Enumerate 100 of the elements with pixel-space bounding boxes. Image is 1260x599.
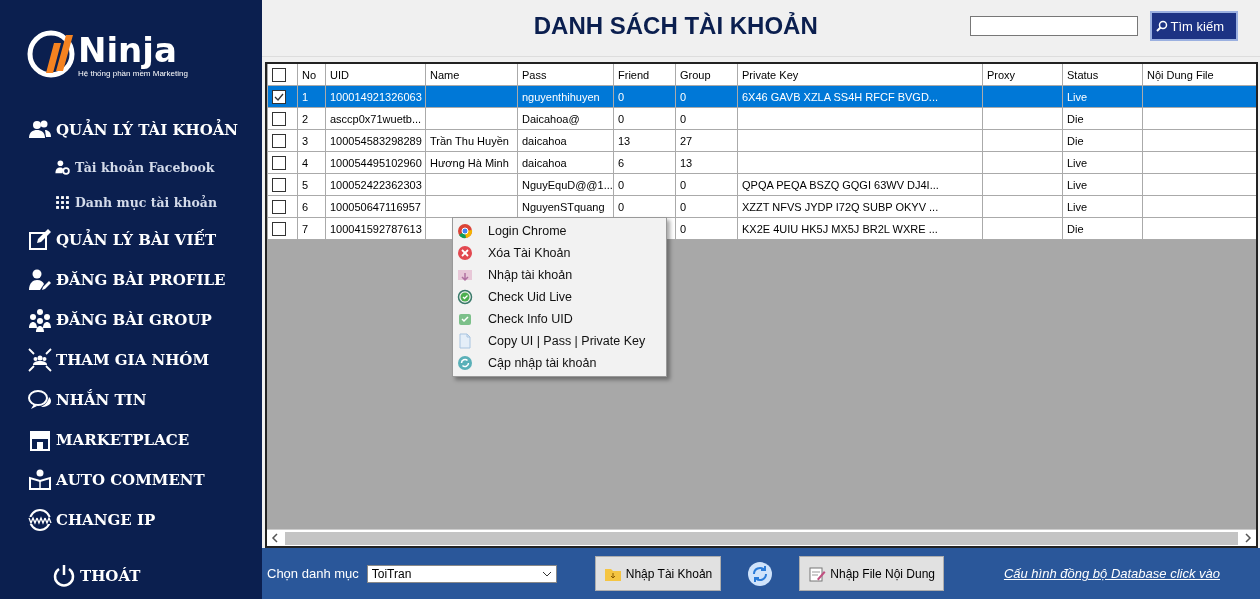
table-cell: Live bbox=[1067, 156, 1088, 169]
table-cell: 0 bbox=[680, 200, 687, 213]
scrollbar-thumb[interactable] bbox=[285, 531, 1238, 545]
sidebar-item[interactable]: Tài khoản Facebook bbox=[75, 160, 215, 175]
menu-item[interactable]: Login Chrome bbox=[453, 220, 666, 242]
table-cell: Live bbox=[1067, 178, 1088, 191]
checkbox-icon bbox=[457, 311, 473, 327]
table-cell: 13 bbox=[618, 134, 631, 147]
table-cell: 0 bbox=[618, 112, 625, 125]
sidebar-item[interactable]: QUẢN LÝ TÀI KHOẢN bbox=[56, 121, 239, 139]
sidebar-item[interactable]: ĐĂNG BÀI GROUP bbox=[56, 311, 212, 329]
table-cell: NguyEquD@@1... bbox=[522, 178, 613, 191]
edit-icon bbox=[28, 228, 52, 252]
table-cell: 100041592787613 bbox=[330, 222, 422, 235]
table-cell: Daicahoa@ bbox=[522, 112, 580, 125]
menu-item[interactable]: Nhập tài khoản bbox=[453, 264, 666, 286]
table-cell: 6 bbox=[618, 156, 625, 169]
table-cell: 0 bbox=[680, 222, 687, 235]
sidebar-item[interactable]: CHANGE IP bbox=[56, 511, 156, 529]
table-cell: Die bbox=[1067, 112, 1084, 125]
table-cell: 100054495102960 bbox=[330, 156, 422, 169]
category-label: Chọn danh mục bbox=[267, 566, 359, 581]
category-dropdown[interactable]: ToiTran bbox=[366, 564, 557, 583]
table-cell: Hương Hà Minh bbox=[430, 156, 509, 169]
menu-item[interactable]: Copy UI | Pass | Private Key bbox=[453, 330, 666, 352]
sidebar-item[interactable]: ĐĂNG BÀI PROFILE bbox=[56, 271, 226, 289]
check-circle-icon bbox=[457, 289, 473, 305]
globe-icon bbox=[28, 508, 52, 532]
checkbox[interactable] bbox=[272, 221, 286, 236]
import-button[interactable]: Nhập Tài Khoản bbox=[594, 556, 722, 591]
menu-item[interactable]: Check Info UID bbox=[453, 308, 666, 330]
sync-icon bbox=[457, 355, 473, 371]
import-file-button[interactable]: Nhập File Nội Dung bbox=[799, 556, 944, 591]
table-cell: Die bbox=[1067, 134, 1084, 147]
column-header[interactable]: Friend bbox=[613, 64, 676, 86]
table-cell: 0 bbox=[680, 178, 687, 191]
table-cell: nguyenthihuyen bbox=[522, 90, 600, 103]
table-cell: 2 bbox=[302, 112, 309, 125]
logo-icon bbox=[26, 29, 76, 79]
column-header[interactable]: Status bbox=[1062, 64, 1143, 86]
column-header[interactable]: Name bbox=[425, 64, 518, 86]
column-header[interactable]: Pass bbox=[517, 64, 614, 86]
table-cell: Trần Thu Huyền bbox=[430, 134, 509, 147]
table-cell: 6 bbox=[302, 200, 309, 213]
sidebar-item[interactable]: MARKETPLACE bbox=[56, 431, 190, 449]
column-header[interactable]: Proxy bbox=[982, 64, 1063, 86]
table-cell: 0 bbox=[680, 90, 687, 103]
table-cell: 7 bbox=[302, 222, 309, 235]
table-cell: 100054583298289 bbox=[330, 134, 422, 147]
logo-tagline: Hệ thống phần mềm Marketing bbox=[78, 68, 188, 78]
table-cell: 0 bbox=[618, 90, 625, 103]
search-button[interactable]: Tìm kiếm bbox=[1149, 11, 1238, 41]
table-cell: Live bbox=[1067, 200, 1088, 213]
chat-icon bbox=[28, 388, 52, 412]
table-cell: QPQA PEQA BSZQ GQGI 63WV DJ4I... bbox=[742, 178, 939, 191]
checkbox[interactable] bbox=[272, 89, 286, 104]
checkbox[interactable] bbox=[272, 111, 286, 126]
column-header[interactable]: UID bbox=[325, 64, 426, 86]
checkbox[interactable] bbox=[272, 177, 286, 192]
table-cell: Live bbox=[1067, 90, 1088, 103]
chevron-icon bbox=[541, 570, 552, 577]
logo-name: Ninja bbox=[78, 30, 178, 69]
checkbox[interactable] bbox=[272, 199, 286, 214]
table-cell: 0 bbox=[618, 200, 625, 213]
sync-link[interactable]: Cấu hình đồng bộ Database click vào bbox=[1003, 566, 1220, 581]
sidebar-item[interactable]: QUẢN LÝ BÀI VIẾT bbox=[56, 231, 217, 249]
sidebar-item[interactable]: NHẮN TIN bbox=[56, 391, 147, 409]
table-cell: XZZT NFVS JYDP I72Q SUBP OKYV ... bbox=[742, 200, 939, 213]
copy-icon bbox=[457, 333, 473, 349]
table-cell: 100052422362303 bbox=[330, 178, 422, 191]
checkbox[interactable] bbox=[272, 133, 286, 148]
checkbox[interactable] bbox=[272, 67, 286, 82]
menu-item[interactable]: Check Uid Live bbox=[453, 286, 666, 308]
table-cell: 5 bbox=[302, 178, 309, 191]
column-header[interactable]: Private Key bbox=[737, 64, 983, 86]
refresh-icon[interactable] bbox=[747, 560, 774, 587]
note-pen-icon bbox=[808, 564, 827, 583]
chrome-icon bbox=[457, 223, 473, 239]
sidebar-item[interactable]: AUTO COMMENT bbox=[56, 471, 205, 489]
column-header[interactable]: Group bbox=[675, 64, 738, 86]
sidebar-item[interactable]: Danh mục tài khoản bbox=[75, 195, 217, 210]
delete-icon bbox=[457, 245, 473, 261]
sidebar-item[interactable]: THAM GIA NHÓM bbox=[56, 351, 210, 369]
table-cell: 13 bbox=[680, 156, 693, 169]
checkbox[interactable] bbox=[272, 155, 286, 170]
menu-item[interactable]: Xóa Tài Khoản bbox=[453, 242, 666, 264]
search-field[interactable] bbox=[969, 16, 1138, 36]
table-cell: 27 bbox=[680, 134, 693, 147]
table-cell: 100014921326063 bbox=[330, 90, 422, 103]
table-cell: KX2E 4UIU HK5J MX5J BR2L WXRE ... bbox=[742, 222, 938, 235]
column-header[interactable]: No bbox=[297, 64, 326, 86]
sidebar-item[interactable]: THOÁT bbox=[80, 567, 141, 585]
page-title: DANH SÁCH TÀI KHOẢN bbox=[532, 12, 819, 40]
table-cell: 4 bbox=[302, 156, 309, 169]
table-cell: NguyenSTquang bbox=[522, 200, 605, 213]
table-cell: 0 bbox=[680, 112, 687, 125]
group-icon bbox=[28, 308, 52, 332]
menu-item[interactable]: Cập nhập tài khoản bbox=[453, 352, 666, 374]
book-reader-icon bbox=[28, 468, 52, 492]
grid-icon bbox=[54, 194, 71, 211]
